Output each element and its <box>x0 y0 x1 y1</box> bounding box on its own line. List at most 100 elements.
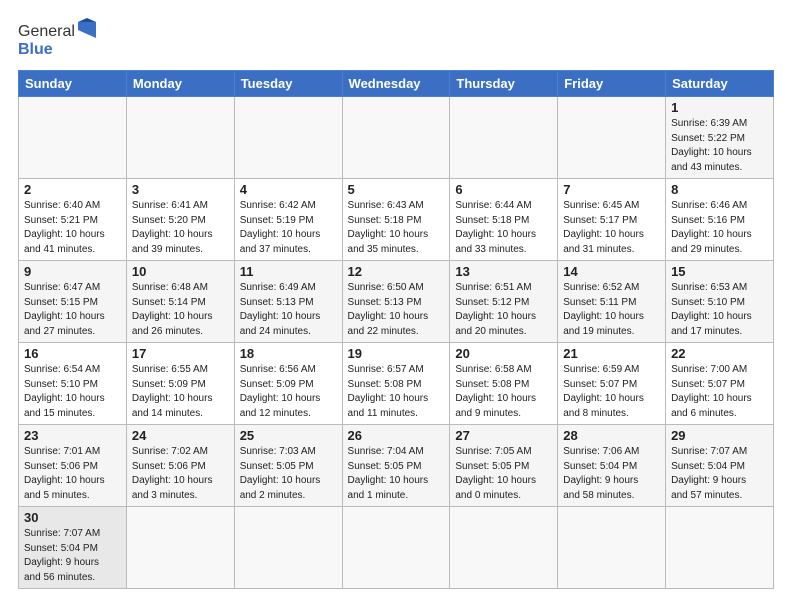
calendar-cell: 20Sunrise: 6:58 AM Sunset: 5:08 PM Dayli… <box>450 343 558 425</box>
day-number: 5 <box>348 182 445 197</box>
day-number: 30 <box>24 510 121 525</box>
day-number: 21 <box>563 346 660 361</box>
day-number: 7 <box>563 182 660 197</box>
day-number: 19 <box>348 346 445 361</box>
week-row-4: 16Sunrise: 6:54 AM Sunset: 5:10 PM Dayli… <box>19 343 774 425</box>
calendar-cell: 6 Sunrise: 6:44 AM Sunset: 5:18 PM Daylig… <box>450 179 558 261</box>
day-info: Sunrise: 6:42 AM Sunset: 5:19 PM Dayligh… <box>240 199 337 257</box>
day-info: Sunrise: 6:45 AM Sunset: 5:17 PM Dayligh… <box>563 199 660 257</box>
day-number: 2 <box>24 182 121 197</box>
svg-text:Blue: Blue <box>18 41 53 58</box>
calendar-cell: 26Sunrise: 7:04 AM Sunset: 5:05 PM Dayli… <box>342 425 450 507</box>
day-info: Sunrise: 7:00 AM Sunset: 5:07 PM Dayligh… <box>671 363 768 421</box>
weekday-header-saturday: Saturday <box>666 71 774 97</box>
calendar-cell: 2 Sunrise: 6:40 AM Sunset: 5:21 PM Daylig… <box>19 179 127 261</box>
day-number: 17 <box>132 346 229 361</box>
day-info: Sunrise: 6:41 AM Sunset: 5:20 PM Dayligh… <box>132 199 229 257</box>
day-number: 11 <box>240 264 337 279</box>
day-number: 1 <box>671 100 768 115</box>
calendar-cell <box>234 97 342 179</box>
day-info: Sunrise: 6:39 AM Sunset: 5:22 PM Dayligh… <box>671 117 768 175</box>
calendar-cell: 8 Sunrise: 6:46 AM Sunset: 5:16 PM Daylig… <box>666 179 774 261</box>
day-info: Sunrise: 7:05 AM Sunset: 5:05 PM Dayligh… <box>455 445 552 503</box>
day-number: 13 <box>455 264 552 279</box>
calendar-cell: 3 Sunrise: 6:41 AM Sunset: 5:20 PM Daylig… <box>126 179 234 261</box>
day-info: Sunrise: 6:49 AM Sunset: 5:13 PM Dayligh… <box>240 281 337 339</box>
day-number: 4 <box>240 182 337 197</box>
calendar-cell <box>666 507 774 589</box>
day-info: Sunrise: 6:52 AM Sunset: 5:11 PM Dayligh… <box>563 281 660 339</box>
week-row-3: 9 Sunrise: 6:47 AM Sunset: 5:15 PM Daylig… <box>19 261 774 343</box>
week-row-6: 30 Sunrise: 7:07 AM Sunset: 5:04 PM Dayli… <box>19 507 774 589</box>
calendar: SundayMondayTuesdayWednesdayThursdayFrid… <box>18 70 774 589</box>
day-info: Sunrise: 7:01 AM Sunset: 5:06 PM Dayligh… <box>24 445 121 503</box>
weekday-header-sunday: Sunday <box>19 71 127 97</box>
day-number: 6 <box>455 182 552 197</box>
day-info: Sunrise: 6:44 AM Sunset: 5:18 PM Dayligh… <box>455 199 552 257</box>
day-number: 24 <box>132 428 229 443</box>
day-number: 8 <box>671 182 768 197</box>
day-info: Sunrise: 6:55 AM Sunset: 5:09 PM Dayligh… <box>132 363 229 421</box>
day-info: Sunrise: 6:43 AM Sunset: 5:18 PM Dayligh… <box>348 199 445 257</box>
calendar-cell: 25 Sunrise: 7:03 AM Sunset: 5:05 PM Dayli… <box>234 425 342 507</box>
day-number: 14 <box>563 264 660 279</box>
calendar-cell <box>558 507 666 589</box>
day-number: 9 <box>24 264 121 279</box>
day-info: Sunrise: 6:59 AM Sunset: 5:07 PM Dayligh… <box>563 363 660 421</box>
day-info: Sunrise: 6:51 AM Sunset: 5:12 PM Dayligh… <box>455 281 552 339</box>
day-number: 20 <box>455 346 552 361</box>
calendar-cell <box>342 507 450 589</box>
calendar-cell: 18Sunrise: 6:56 AM Sunset: 5:09 PM Dayli… <box>234 343 342 425</box>
calendar-cell: 28Sunrise: 7:06 AM Sunset: 5:04 PM Dayli… <box>558 425 666 507</box>
day-info: Sunrise: 7:03 AM Sunset: 5:05 PM Dayligh… <box>240 445 337 503</box>
day-info: Sunrise: 6:53 AM Sunset: 5:10 PM Dayligh… <box>671 281 768 339</box>
calendar-cell: 16Sunrise: 6:54 AM Sunset: 5:10 PM Dayli… <box>19 343 127 425</box>
header: GeneralBlue <box>18 18 774 62</box>
calendar-cell: 22 Sunrise: 7:00 AM Sunset: 5:07 PM Dayli… <box>666 343 774 425</box>
day-info: Sunrise: 6:40 AM Sunset: 5:21 PM Dayligh… <box>24 199 121 257</box>
day-info: Sunrise: 7:06 AM Sunset: 5:04 PM Dayligh… <box>563 445 660 503</box>
calendar-cell: 29 Sunrise: 7:07 AM Sunset: 5:04 PM Dayli… <box>666 425 774 507</box>
day-number: 12 <box>348 264 445 279</box>
day-number: 27 <box>455 428 552 443</box>
calendar-cell: 24Sunrise: 7:02 AM Sunset: 5:06 PM Dayli… <box>126 425 234 507</box>
calendar-cell: 5 Sunrise: 6:43 AM Sunset: 5:18 PM Daylig… <box>342 179 450 261</box>
day-number: 16 <box>24 346 121 361</box>
calendar-cell: 14 Sunrise: 6:52 AM Sunset: 5:11 PM Dayli… <box>558 261 666 343</box>
day-info: Sunrise: 6:48 AM Sunset: 5:14 PM Dayligh… <box>132 281 229 339</box>
weekday-header-wednesday: Wednesday <box>342 71 450 97</box>
day-info: Sunrise: 6:46 AM Sunset: 5:16 PM Dayligh… <box>671 199 768 257</box>
calendar-cell: 15Sunrise: 6:53 AM Sunset: 5:10 PM Dayli… <box>666 261 774 343</box>
week-row-2: 2 Sunrise: 6:40 AM Sunset: 5:21 PM Daylig… <box>19 179 774 261</box>
day-number: 25 <box>240 428 337 443</box>
logo-icon: GeneralBlue <box>18 18 98 62</box>
calendar-cell: 19 Sunrise: 6:57 AM Sunset: 5:08 PM Dayli… <box>342 343 450 425</box>
day-number: 18 <box>240 346 337 361</box>
week-row-5: 23 Sunrise: 7:01 AM Sunset: 5:06 PM Dayli… <box>19 425 774 507</box>
calendar-cell <box>342 97 450 179</box>
day-info: Sunrise: 7:07 AM Sunset: 5:04 PM Dayligh… <box>671 445 768 503</box>
calendar-cell: 13 Sunrise: 6:51 AM Sunset: 5:12 PM Dayli… <box>450 261 558 343</box>
calendar-cell <box>234 507 342 589</box>
page: GeneralBlue SundayMondayTuesdayWednesday… <box>0 0 792 599</box>
weekday-header-thursday: Thursday <box>450 71 558 97</box>
calendar-cell <box>450 97 558 179</box>
calendar-cell <box>126 97 234 179</box>
day-number: 3 <box>132 182 229 197</box>
day-info: Sunrise: 7:07 AM Sunset: 5:04 PM Dayligh… <box>24 527 121 585</box>
calendar-cell: 1 Sunrise: 6:39 AM Sunset: 5:22 PM Daylig… <box>666 97 774 179</box>
weekday-header-friday: Friday <box>558 71 666 97</box>
day-number: 22 <box>671 346 768 361</box>
day-number: 29 <box>671 428 768 443</box>
day-info: Sunrise: 6:47 AM Sunset: 5:15 PM Dayligh… <box>24 281 121 339</box>
svg-text:General: General <box>18 23 75 40</box>
calendar-cell: 10Sunrise: 6:48 AM Sunset: 5:14 PM Dayli… <box>126 261 234 343</box>
day-number: 23 <box>24 428 121 443</box>
day-info: Sunrise: 6:57 AM Sunset: 5:08 PM Dayligh… <box>348 363 445 421</box>
calendar-cell: 27 Sunrise: 7:05 AM Sunset: 5:05 PM Dayli… <box>450 425 558 507</box>
calendar-cell: 4 Sunrise: 6:42 AM Sunset: 5:19 PM Daylig… <box>234 179 342 261</box>
calendar-cell: 9 Sunrise: 6:47 AM Sunset: 5:15 PM Daylig… <box>19 261 127 343</box>
calendar-cell: 23 Sunrise: 7:01 AM Sunset: 5:06 PM Dayli… <box>19 425 127 507</box>
calendar-cell: 11 Sunrise: 6:49 AM Sunset: 5:13 PM Dayli… <box>234 261 342 343</box>
calendar-cell: 7 Sunrise: 6:45 AM Sunset: 5:17 PM Daylig… <box>558 179 666 261</box>
